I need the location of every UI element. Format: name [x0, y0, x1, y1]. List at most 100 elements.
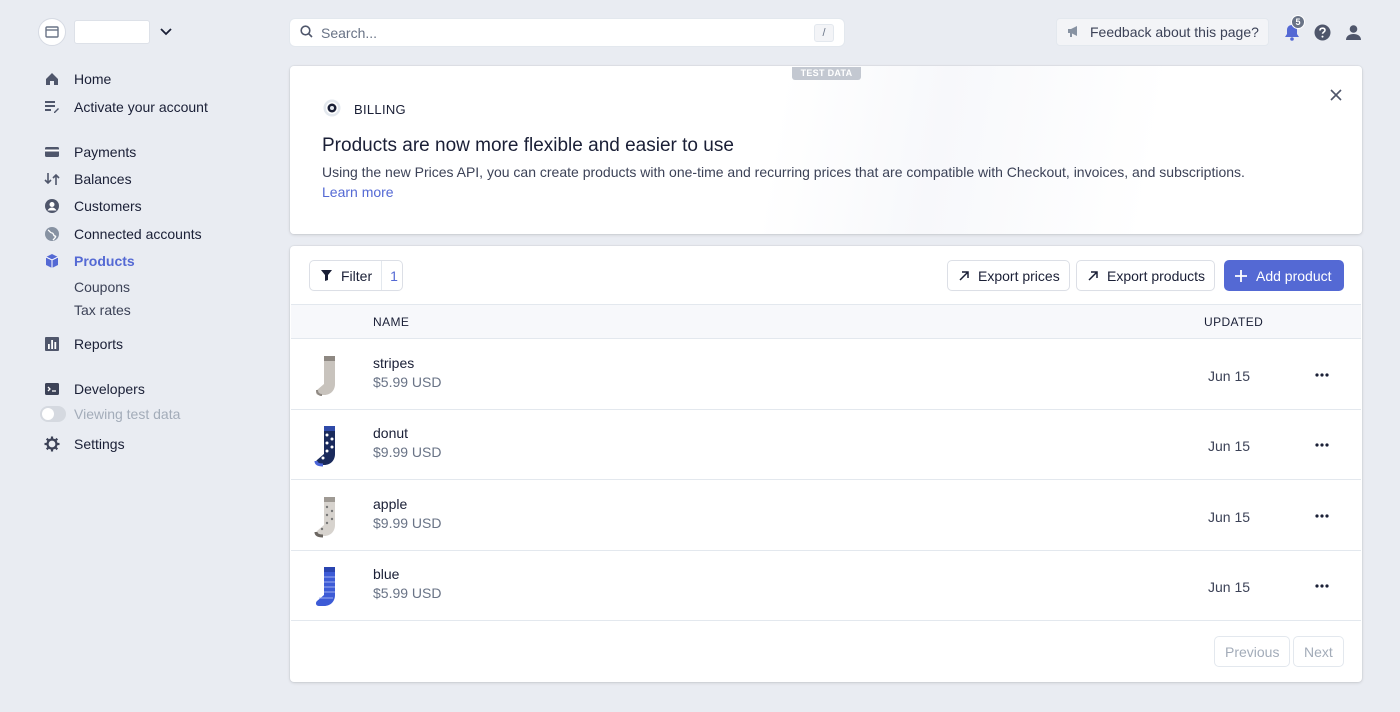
filter-icon [319, 269, 333, 283]
reports-icon [44, 336, 60, 352]
sidebar-item-balances[interactable]: Balances [44, 169, 132, 189]
sidebar-item-label: Payments [74, 144, 137, 160]
sidebar-item-label: Settings [74, 436, 125, 452]
sidebar-item-developers[interactable]: Developers [44, 379, 145, 399]
export-prices-button[interactable]: Export prices [948, 261, 1069, 290]
home-icon [44, 71, 60, 87]
table-row[interactable]: stripes $5.99 USD Jun 15 [291, 340, 1361, 410]
search-shortcut: / [814, 23, 834, 42]
sidebar-subitem-coupons[interactable]: Coupons [74, 279, 130, 295]
product-price: $5.99 USD [373, 585, 442, 601]
more-actions-icon[interactable] [1313, 366, 1331, 384]
sidebar-item-connected-accounts[interactable]: Connected accounts [44, 224, 202, 244]
sidebar-item-label: Products [74, 253, 135, 269]
banner-title: Products are now more flexible and easie… [322, 135, 734, 156]
product-thumbnail [313, 354, 343, 398]
filter-button[interactable]: Filter 1 [310, 261, 402, 290]
product-updated: Jun 15 [1208, 509, 1251, 525]
test-data-label: Viewing test data [74, 406, 181, 422]
more-actions-icon[interactable] [1313, 436, 1331, 454]
product-thumbnail [313, 495, 343, 539]
sidebar-item-label: Activate your account [74, 99, 208, 115]
sidebar-item-label: Balances [74, 171, 132, 187]
export-products-button[interactable]: Export products [1077, 261, 1215, 290]
feedback-label: Feedback about this page? [1090, 24, 1259, 40]
product-updated: Jun 15 [1208, 368, 1251, 384]
table-row[interactable]: blue $5.99 USD Jun 15 [291, 551, 1361, 621]
sidebar-item-label: Connected accounts [74, 226, 202, 242]
search-bar[interactable]: Search... / [290, 19, 844, 46]
more-actions-icon[interactable] [1313, 507, 1331, 525]
table-row[interactable]: donut $9.99 USD Jun 15 [291, 410, 1361, 480]
developers-icon [44, 381, 60, 397]
account-logo [38, 18, 66, 46]
search-icon [300, 24, 313, 41]
sidebar-item-settings[interactable]: Settings [44, 434, 125, 454]
product-name[interactable]: apple [373, 496, 407, 512]
search-input[interactable]: Search... [321, 25, 377, 41]
add-product-label: Add product [1256, 267, 1332, 284]
sidebar-item-label: Customers [74, 198, 142, 214]
next-button[interactable]: Next [1294, 637, 1343, 666]
billing-icon [322, 98, 342, 121]
arrow-up-right-icon [957, 269, 971, 283]
sidebar-item-label: Home [74, 71, 112, 87]
export-products-label: Export products [1107, 267, 1206, 284]
activate-icon [44, 99, 60, 115]
learn-more-link[interactable]: Learn more [322, 184, 394, 200]
sidebar-item-customers[interactable]: Customers [44, 196, 142, 216]
banner-label: BILLING [322, 98, 406, 121]
banner-label-text: BILLING [354, 102, 406, 117]
sidebar-item-products[interactable]: Products [44, 251, 135, 271]
close-icon[interactable] [1327, 86, 1345, 104]
sidebar-item-reports[interactable]: Reports [44, 334, 123, 354]
notification-badge: 5 [1291, 15, 1305, 29]
sidebar-item-label: Reports [74, 336, 124, 352]
add-product-button[interactable]: Add product [1225, 261, 1343, 290]
product-thumbnail [313, 565, 343, 609]
help-icon[interactable] [1312, 22, 1332, 42]
customers-icon [44, 198, 60, 214]
filter-count: 1 [381, 261, 406, 290]
products-icon [44, 253, 60, 269]
product-name[interactable]: stripes [373, 355, 414, 371]
sidebar-item-home[interactable]: Home [44, 69, 111, 89]
product-updated: Jun 15 [1208, 579, 1251, 595]
megaphone-icon [1066, 24, 1082, 41]
globe-icon [44, 226, 60, 242]
sidebar-subitem-tax-rates[interactable]: Tax rates [74, 302, 131, 318]
test-data-tag: TEST DATA [792, 67, 861, 80]
product-thumbnail [313, 424, 343, 468]
table-row[interactable]: apple $9.99 USD Jun 15 [291, 481, 1361, 551]
payments-icon [44, 144, 60, 160]
sidebar: Home Activate your account Payments Bala… [0, 0, 270, 712]
sidebar-item-activate[interactable]: Activate your account [44, 97, 208, 117]
product-price: $9.99 USD [373, 444, 442, 460]
product-name[interactable]: blue [373, 566, 399, 582]
table-header [291, 304, 1361, 339]
test-data-toggle[interactable]: Viewing test data [40, 406, 180, 422]
export-prices-label: Export prices [978, 267, 1060, 284]
column-header-name[interactable]: NAME [373, 315, 409, 329]
plus-icon [1234, 269, 1248, 283]
column-header-updated[interactable]: UPDATED [1204, 315, 1263, 329]
chevron-down-icon[interactable] [158, 24, 174, 40]
feedback-button[interactable]: Feedback about this page? [1056, 18, 1269, 46]
store-icon [45, 26, 59, 38]
account-switcher[interactable] [38, 18, 174, 46]
gear-icon [44, 436, 60, 452]
sidebar-item-label: Developers [74, 381, 145, 397]
user-icon[interactable] [1343, 22, 1363, 42]
arrow-up-right-icon [1086, 269, 1100, 283]
previous-button[interactable]: Previous [1215, 637, 1290, 666]
more-actions-icon[interactable] [1313, 577, 1331, 595]
balances-icon [44, 171, 60, 187]
product-price: $9.99 USD [373, 515, 442, 531]
product-price: $5.99 USD [373, 374, 442, 390]
product-name[interactable]: donut [373, 425, 408, 441]
account-name [74, 20, 150, 44]
product-updated: Jun 15 [1208, 438, 1251, 454]
sidebar-item-payments[interactable]: Payments [44, 142, 136, 162]
banner-description: Using the new Prices API, you can create… [322, 164, 1245, 180]
toggle-switch[interactable] [40, 406, 66, 422]
